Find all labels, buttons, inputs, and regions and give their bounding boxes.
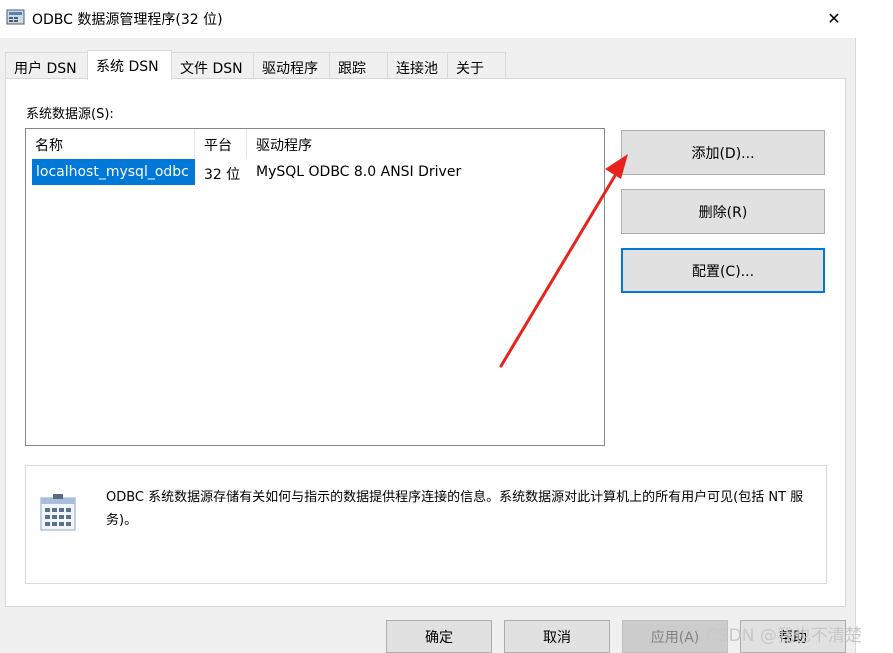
column-header-driver[interactable]: 驱动程序 <box>247 129 604 158</box>
column-header-name[interactable]: 名称 <box>26 129 195 158</box>
close-button[interactable]: ✕ <box>818 4 850 32</box>
column-header-platform[interactable]: 平台 <box>195 129 247 158</box>
info-box: ODBC 系统数据源存储有关如何与指示的数据提供程序连接的信息。系统数据源对此计… <box>25 465 827 584</box>
window-title: ODBC 数据源管理程序(32 位) <box>32 12 223 28</box>
title-bar: ODBC 数据源管理程序(32 位) ✕ <box>0 0 856 38</box>
list-item[interactable]: localhost_mysql_odbc 32 位 MySQL ODBC 8.0… <box>26 159 604 185</box>
configure-button[interactable]: 配置(C)... <box>621 248 825 293</box>
data-source-list[interactable]: 名称 平台 驱动程序 localhost_mysql_odbc 32 位 MyS… <box>25 128 605 446</box>
system-dsn-panel: 系统数据源(S): 名称 平台 驱动程序 localhost_mysql_odb… <box>5 78 846 607</box>
remove-button[interactable]: 删除(R) <box>621 189 825 234</box>
odbc-admin-window: ODBC 数据源管理程序(32 位) ✕ 用户 DSN 系统 DSN 文件 DS… <box>0 0 856 653</box>
tab-connection-pooling[interactable]: 连接池 <box>387 52 448 79</box>
dsn-driver-cell: MySQL ODBC 8.0 ANSI Driver <box>256 164 462 180</box>
tab-user-dsn[interactable]: 用户 DSN <box>5 52 88 79</box>
add-button[interactable]: 添加(D)... <box>621 130 825 175</box>
watermark: CSDN @我也不清楚 <box>706 626 862 646</box>
tab-system-dsn[interactable]: 系统 DSN <box>87 50 172 80</box>
list-header: 名称 平台 驱动程序 <box>26 129 604 158</box>
info-description: ODBC 系统数据源存储有关如何与指示的数据提供程序连接的信息。系统数据源对此计… <box>106 490 804 528</box>
cancel-button[interactable]: 取消 <box>504 620 610 653</box>
ok-button[interactable]: 确定 <box>386 620 492 653</box>
tab-drivers[interactable]: 驱动程序 <box>253 52 330 79</box>
odbc-admin-icon <box>6 8 26 26</box>
close-icon: ✕ <box>827 8 841 28</box>
dsn-platform-cell: 32 位 <box>204 167 241 183</box>
tab-about[interactable]: 关于 <box>447 52 506 79</box>
dsn-name-cell[interactable]: localhost_mysql_odbc <box>32 159 195 185</box>
tab-file-dsn[interactable]: 文件 DSN <box>171 52 254 79</box>
system-data-sources-label: 系统数据源(S): <box>26 107 114 122</box>
tab-tracing[interactable]: 跟踪 <box>329 52 388 79</box>
data-source-icon <box>40 494 76 532</box>
